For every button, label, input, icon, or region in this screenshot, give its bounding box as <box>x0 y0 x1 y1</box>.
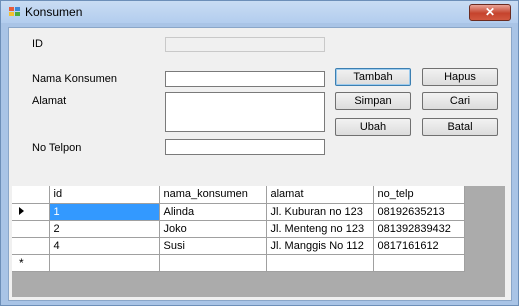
grid-cell[interactable] <box>49 254 160 272</box>
grid-cell[interactable]: 2 <box>49 220 160 238</box>
grid-cell[interactable]: Susi <box>159 237 267 255</box>
grid-table: id nama_konsumen alamat no_telp 1 Alinda… <box>12 186 465 272</box>
grid-cell[interactable]: Jl. Manggis No 112 <box>266 237 374 255</box>
id-field[interactable] <box>165 37 325 52</box>
konsumen-window: Konsumen ✕ ID Nama Konsumen Alamat No Te… <box>0 0 519 306</box>
grid-cell[interactable]: 081392839432 <box>373 220 465 238</box>
id-label: ID <box>32 38 43 50</box>
grid-cell[interactable]: Jl. Menteng no 123 <box>266 220 374 238</box>
table-row[interactable]: 2 Joko Jl. Menteng no 123 081392839432 <box>12 220 465 238</box>
table-row[interactable]: 1 Alinda Jl. Kuburan no 123 08192635213 <box>12 203 465 221</box>
nama-konsumen-field[interactable] <box>165 71 325 87</box>
nama-konsumen-label: Nama Konsumen <box>32 73 117 85</box>
grid-header-row: id nama_konsumen alamat no_telp <box>12 186 465 204</box>
grid-cell[interactable]: 4 <box>49 237 160 255</box>
konsumen-data-grid[interactable]: id nama_konsumen alamat no_telp 1 Alinda… <box>12 186 505 297</box>
column-header-no-telp[interactable]: no_telp <box>373 186 465 204</box>
row-header[interactable] <box>12 237 50 255</box>
simpan-button[interactable]: Simpan <box>335 92 411 110</box>
grid-cell[interactable]: 08192635213 <box>373 203 465 221</box>
grid-cell[interactable] <box>159 254 267 272</box>
grid-cell[interactable]: 1 <box>49 203 160 221</box>
grid-cell[interactable]: Jl. Kuburan no 123 <box>266 203 374 221</box>
current-row-arrow-icon <box>19 207 24 216</box>
row-header[interactable] <box>12 203 50 221</box>
row-header[interactable] <box>12 220 50 238</box>
column-header-alamat[interactable]: alamat <box>266 186 374 204</box>
grid-cell[interactable] <box>373 254 465 272</box>
ubah-button[interactable]: Ubah <box>335 118 411 136</box>
new-row-marker: * <box>19 255 24 270</box>
batal-button[interactable]: Batal <box>422 118 498 136</box>
tambah-button[interactable]: Tambah <box>335 68 411 86</box>
grid-cell[interactable]: 0817161612 <box>373 237 465 255</box>
cari-button[interactable]: Cari <box>422 92 498 110</box>
window-title: Konsumen <box>25 5 83 19</box>
grid-cell[interactable]: Joko <box>159 220 267 238</box>
form-icon <box>9 7 20 17</box>
alamat-label: Alamat <box>32 95 67 107</box>
new-row[interactable]: * <box>12 254 465 272</box>
close-button[interactable]: ✕ <box>469 4 511 21</box>
grid-cell[interactable]: Alinda <box>159 203 267 221</box>
row-header[interactable]: * <box>12 254 50 272</box>
grid-cell[interactable] <box>266 254 374 272</box>
form-body: ID Nama Konsumen Alamat No Telpon Tambah… <box>8 27 512 301</box>
column-header-nama-konsumen[interactable]: nama_konsumen <box>159 186 267 204</box>
no-telpon-label: No Telpon <box>32 142 82 154</box>
hapus-button[interactable]: Hapus <box>422 68 498 86</box>
table-row[interactable]: 4 Susi Jl. Manggis No 112 0817161612 <box>12 237 465 255</box>
title-bar[interactable]: Konsumen ✕ <box>1 1 518 23</box>
column-header-id[interactable]: id <box>49 186 160 204</box>
row-header-corner[interactable] <box>12 186 50 204</box>
alamat-field[interactable] <box>165 92 325 132</box>
no-telpon-field[interactable] <box>165 139 325 155</box>
